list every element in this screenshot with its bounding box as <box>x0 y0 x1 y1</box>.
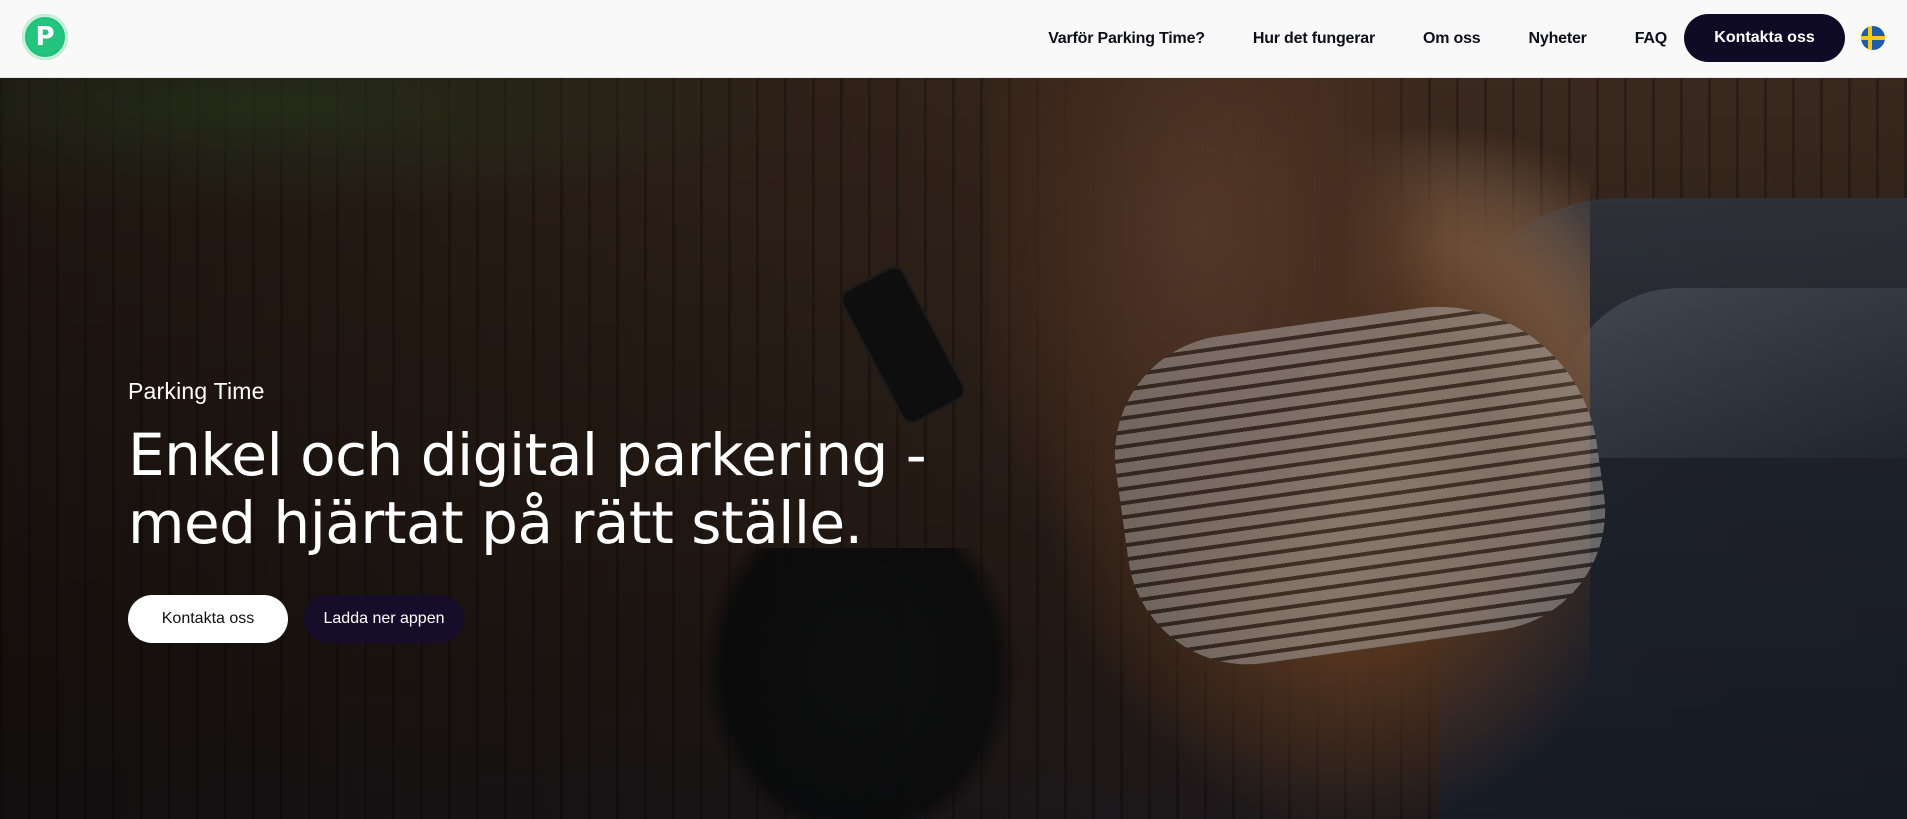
nav-item-how-it-works[interactable]: Hur det fungerar <box>1253 30 1375 48</box>
logo-letter: P <box>27 19 63 55</box>
hero-contact-button[interactable]: Kontakta oss <box>128 595 288 643</box>
contact-button[interactable]: Kontakta oss <box>1684 14 1845 62</box>
sweden-flag-icon[interactable] <box>1861 26 1885 50</box>
hero-buttons: Kontakta oss Ladda ner appen <box>128 595 1028 643</box>
flag-cross-vertical <box>1868 26 1872 50</box>
hero-section: Parking Time Enkel och digital parkering… <box>0 78 1907 819</box>
parking-time-logo[interactable]: P <box>22 14 68 60</box>
nav-item-news[interactable]: Nyheter <box>1529 30 1587 48</box>
flag-cross-horizontal <box>1861 36 1885 40</box>
hero-headline: Enkel och digital parkering - med hjärta… <box>128 421 927 557</box>
download-app-button[interactable]: Ladda ner appen <box>304 595 464 643</box>
hero-content: Parking Time Enkel och digital parkering… <box>128 378 1028 643</box>
nav-item-why-parking-time[interactable]: Varför Parking Time? <box>1048 30 1205 48</box>
hero-eyebrow: Parking Time <box>128 378 265 404</box>
nav-item-about[interactable]: Om oss <box>1423 30 1481 48</box>
main-nav: Varför Parking Time? Hur det fungerar Om… <box>1048 0 1667 78</box>
site-header: P Varför Parking Time? Hur det fungerar … <box>0 0 1907 78</box>
nav-item-faq[interactable]: FAQ <box>1635 30 1667 48</box>
